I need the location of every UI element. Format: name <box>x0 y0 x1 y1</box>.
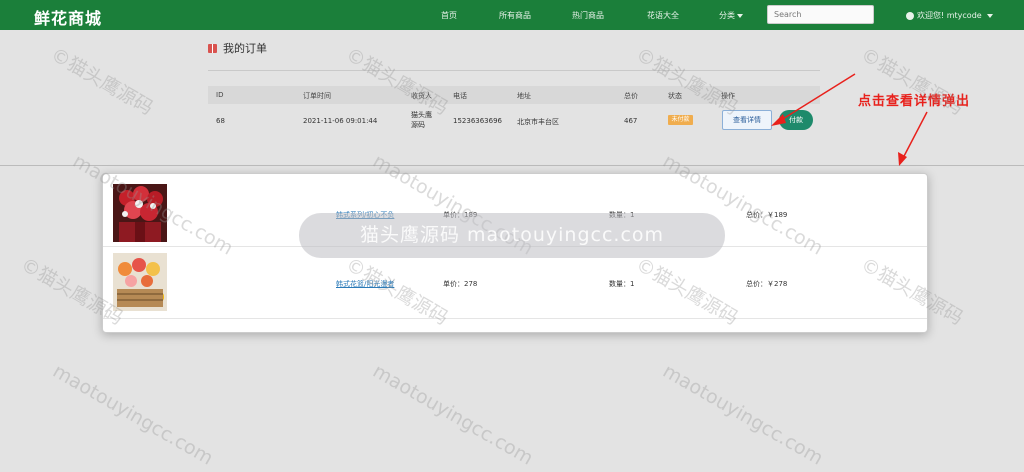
annotation-arrows <box>771 73 928 166</box>
